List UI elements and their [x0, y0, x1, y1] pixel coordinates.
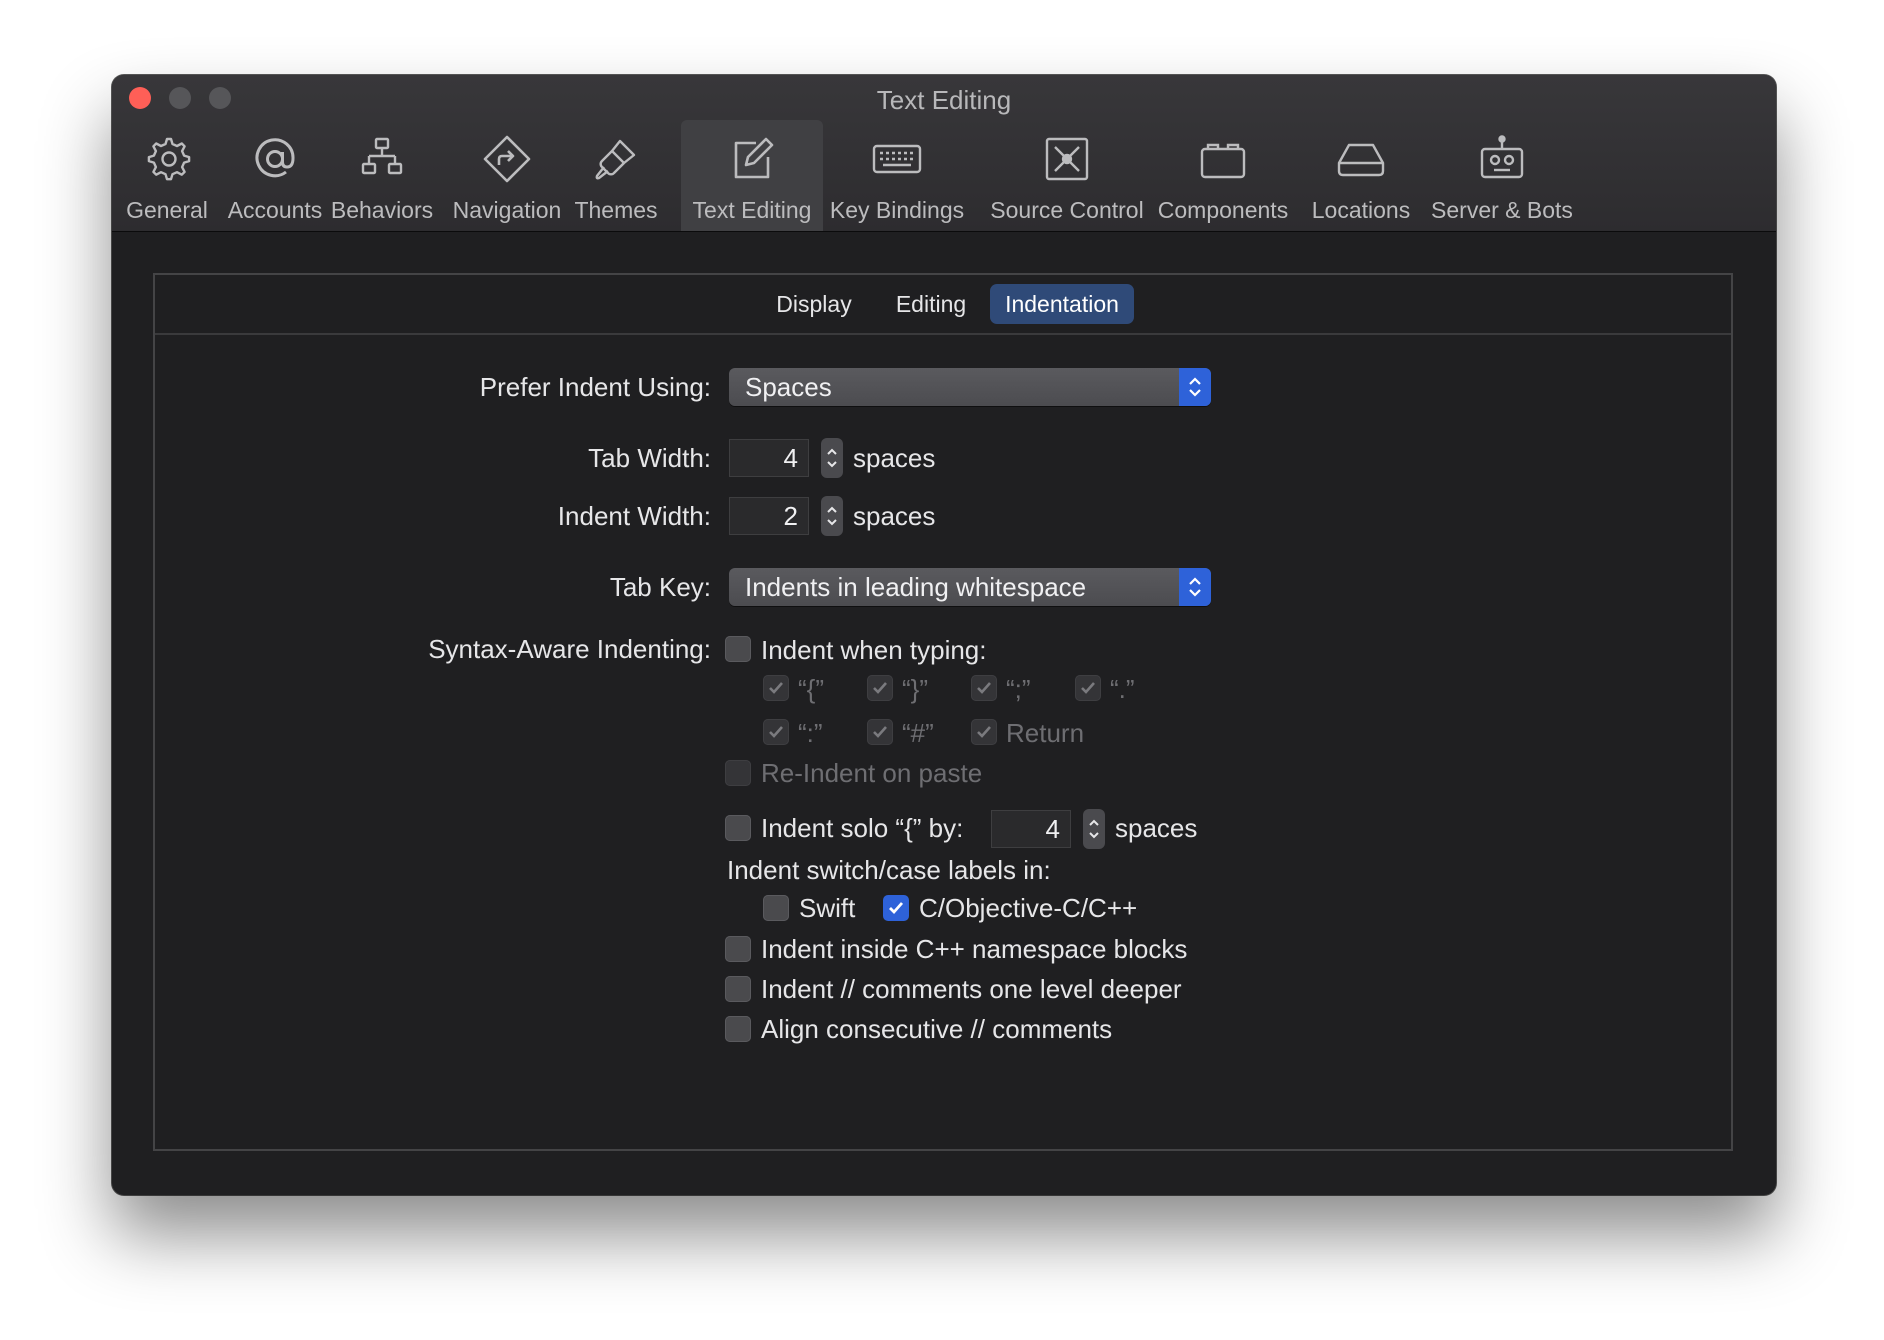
- toolbar-item-accounts[interactable]: Accounts: [222, 120, 328, 231]
- reindent-on-paste-checkbox[interactable]: [725, 760, 751, 786]
- toolbar-label: Text Editing: [692, 197, 812, 223]
- drive-icon: [1302, 133, 1420, 185]
- reindent-on-paste-label: Re-Indent on paste: [761, 758, 983, 788]
- indent-solo-label: Indent solo “{” by:: [761, 813, 964, 843]
- cpp-namespace-label: Indent inside C++ namespace blocks: [761, 934, 1188, 964]
- prefer-indent-popup[interactable]: Spaces: [729, 368, 1211, 406]
- indent-solo-stepper[interactable]: [1083, 809, 1105, 849]
- toolbar-item-locations[interactable]: Locations: [1302, 120, 1420, 231]
- char-period-checkbox[interactable]: [1075, 675, 1101, 701]
- char-return-checkbox[interactable]: [971, 719, 997, 745]
- char-close-brace-checkbox[interactable]: [867, 675, 893, 701]
- char-open-brace-checkbox[interactable]: [763, 675, 789, 701]
- char-open-brace-label: “{”: [798, 674, 824, 704]
- tab-width-label: Tab Width:: [588, 443, 711, 473]
- toolbar-item-behaviors[interactable]: Behaviors: [328, 120, 436, 231]
- toolbar-label: Locations: [1311, 197, 1411, 223]
- toolbar-label: Key Bindings: [829, 197, 965, 223]
- char-close-brace-label: “}”: [902, 674, 928, 704]
- title-bar: Text Editing General Accounts Behaviors …: [112, 75, 1776, 232]
- comments-deeper-label: Indent // comments one level deeper: [761, 974, 1182, 1004]
- source-control-icon: [982, 133, 1152, 185]
- char-semicolon-label: “;”: [1006, 674, 1031, 704]
- char-colon-label: “:”: [798, 718, 823, 748]
- indent-when-typing-checkbox[interactable]: [725, 636, 751, 662]
- toolbar-label: Components: [1157, 197, 1289, 223]
- char-hash-label: “#”: [902, 718, 934, 748]
- toolbar-item-navigation[interactable]: Navigation: [452, 120, 562, 231]
- prefer-indent-label: Prefer Indent Using:: [479, 372, 711, 402]
- gear-icon: [112, 133, 222, 185]
- toolbar-label: Server & Bots: [1431, 197, 1573, 223]
- syntax-aware-label: Syntax-Aware Indenting:: [428, 634, 711, 664]
- settings-panel: Display Editing Indentation Prefer Inden…: [153, 273, 1733, 1151]
- switch-case-c-label: C/Objective-C/C++: [919, 893, 1138, 923]
- switch-case-c-checkbox[interactable]: [883, 895, 909, 921]
- toolbar-label: General: [126, 197, 208, 223]
- compose-icon: [681, 133, 823, 185]
- window-title: Text Editing: [876, 85, 1012, 115]
- paintbrush-icon: [574, 133, 658, 185]
- comments-deeper-checkbox[interactable]: [725, 976, 751, 1002]
- align-comments-label: Align consecutive // comments: [761, 1014, 1113, 1044]
- toolbar-label: Behaviors: [330, 197, 434, 223]
- popup-value: Spaces: [745, 372, 832, 402]
- switch-case-swift-label: Swift: [799, 893, 856, 923]
- toolbar-item-text-editing[interactable]: Text Editing: [681, 120, 823, 231]
- components-icon: [1154, 133, 1292, 185]
- toolbar-item-themes[interactable]: Themes: [574, 120, 658, 231]
- hierarchy-icon: [328, 133, 436, 185]
- char-colon-checkbox[interactable]: [763, 719, 789, 745]
- toolbar-item-source-control[interactable]: Source Control: [982, 120, 1152, 231]
- indent-width-unit: spaces: [853, 501, 936, 531]
- at-icon: [222, 133, 328, 185]
- indent-solo-field[interactable]: 4: [991, 810, 1071, 848]
- char-return-label: Return: [1006, 718, 1085, 748]
- toolbar-item-general[interactable]: General: [112, 120, 222, 231]
- indentation-form: Prefer Indent Using: Spaces Tab Width: 4…: [155, 275, 1731, 1149]
- updown-arrows-icon: [1179, 368, 1211, 406]
- toolbar-label: Source Control: [990, 197, 1144, 223]
- toolbar-item-key-bindings[interactable]: Key Bindings: [824, 120, 970, 231]
- switch-case-swift-checkbox[interactable]: [763, 895, 789, 921]
- indent-width-field[interactable]: 2: [729, 497, 809, 535]
- updown-arrows-icon: [1179, 568, 1211, 606]
- tab-key-popup[interactable]: Indents in leading whitespace: [729, 568, 1211, 606]
- indent-width-stepper[interactable]: [821, 496, 843, 536]
- indent-width-label: Indent Width:: [557, 501, 711, 531]
- tab-key-label: Tab Key:: [609, 572, 711, 602]
- char-semicolon-checkbox[interactable]: [971, 675, 997, 701]
- indent-when-typing-label: Indent when typing:: [761, 635, 987, 665]
- keyboard-icon: [824, 133, 970, 185]
- preferences-window: Text Editing General Accounts Behaviors …: [112, 75, 1776, 1195]
- indent-solo-checkbox[interactable]: [725, 815, 751, 841]
- toolbar-label: Accounts: [227, 197, 323, 223]
- cpp-namespace-checkbox[interactable]: [725, 936, 751, 962]
- toolbar-label: Themes: [574, 197, 658, 223]
- toolbar-label: Navigation: [452, 197, 562, 223]
- align-comments-checkbox[interactable]: [725, 1016, 751, 1042]
- char-hash-checkbox[interactable]: [867, 719, 893, 745]
- navigation-diamond-icon: [452, 133, 562, 185]
- popup-value: Indents in leading whitespace: [745, 572, 1087, 602]
- tab-width-unit: spaces: [853, 443, 936, 473]
- robot-icon: [1430, 133, 1574, 185]
- switch-case-label: Indent switch/case labels in:: [727, 855, 1051, 885]
- indent-solo-unit: spaces: [1115, 813, 1198, 843]
- char-period-label: “.”: [1110, 674, 1135, 704]
- tab-width-field[interactable]: 4: [729, 439, 809, 477]
- toolbar-item-components[interactable]: Components: [1154, 120, 1292, 231]
- toolbar-item-server-bots[interactable]: Server & Bots: [1430, 120, 1574, 231]
- tab-width-stepper[interactable]: [821, 438, 843, 478]
